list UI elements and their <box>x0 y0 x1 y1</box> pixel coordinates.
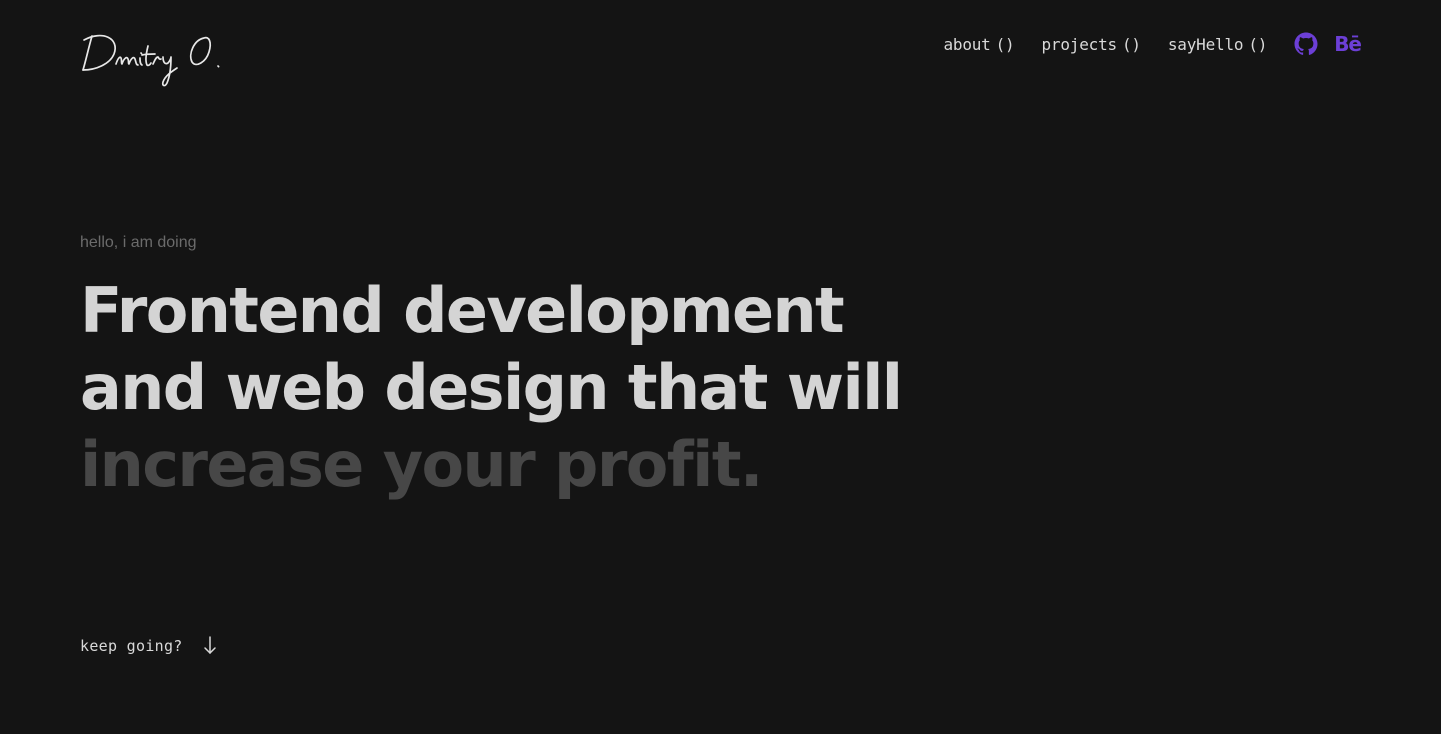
keep-going-button[interactable]: keep going? <box>80 636 217 656</box>
logo-signature[interactable] <box>80 28 230 90</box>
nav-link-sayhello-parens: () <box>1248 34 1268 54</box>
hero-title-line-2: and web design that will <box>80 351 903 424</box>
behance-icon[interactable]: Bē <box>1334 34 1362 54</box>
nav-link-projects-parens: () <box>1121 34 1141 54</box>
logo-signature-art <box>82 34 220 87</box>
nav-link-sayhello[interactable]: sayHello() <box>1167 34 1268 54</box>
hero-title: Frontend development and web design that… <box>80 272 903 503</box>
hero-title-line-1: Frontend development <box>80 274 845 347</box>
nav-link-about-parens: () <box>995 34 1015 54</box>
nav-link-about[interactable]: about() <box>943 35 1014 54</box>
page: about() projects() sayHello() Bē hello, … <box>0 0 1441 734</box>
nav-link-projects[interactable]: projects() <box>1041 34 1142 54</box>
nav-link-projects-label: projects <box>1041 34 1118 54</box>
nav-link-sayhello-label: sayHello <box>1167 34 1244 54</box>
github-icon[interactable] <box>1294 32 1318 56</box>
hero-eyebrow: hello, i am doing <box>80 234 197 251</box>
nav-link-about-label: about <box>943 34 991 54</box>
main-nav: about() projects() sayHello() Bē <box>943 30 1362 58</box>
keep-going-label: keep going? <box>80 637 183 655</box>
arrow-down-icon <box>203 636 216 654</box>
hero-title-line-3: increase your profit. <box>80 428 763 501</box>
